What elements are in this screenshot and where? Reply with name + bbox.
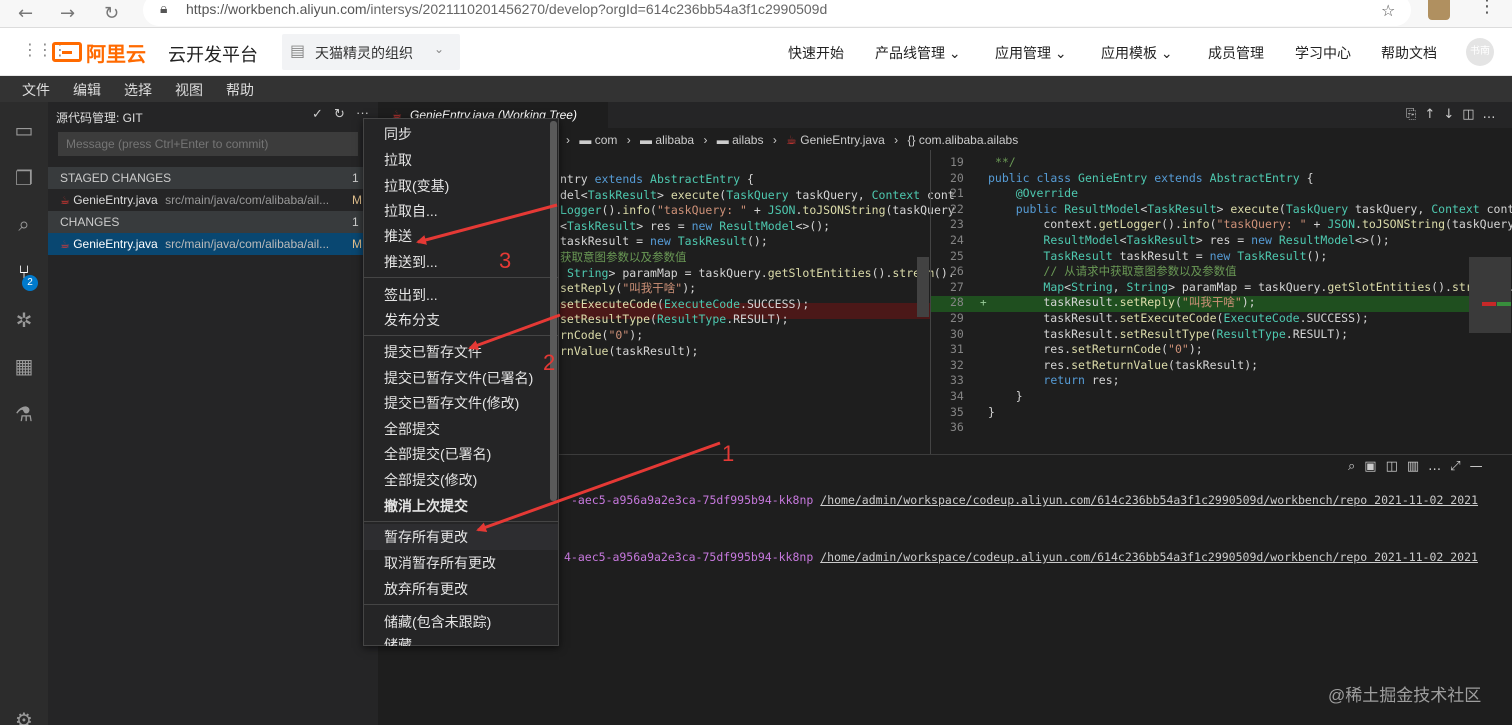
arrow-1 bbox=[476, 441, 721, 532]
annotation-arrows bbox=[416, 203, 721, 532]
annotation-number-1: 1 bbox=[722, 441, 735, 466]
watermark: @稀土掘金技术社区 bbox=[1328, 686, 1482, 705]
arrow-2 bbox=[468, 313, 561, 350]
arrow-3 bbox=[416, 203, 558, 245]
annotation-number-3: 3 bbox=[499, 248, 512, 273]
app-window: ← → ↻ 🔒︎ https://workbench.aliyun.com/in… bbox=[0, 0, 1512, 725]
annotation-number-2: 2 bbox=[543, 350, 556, 375]
